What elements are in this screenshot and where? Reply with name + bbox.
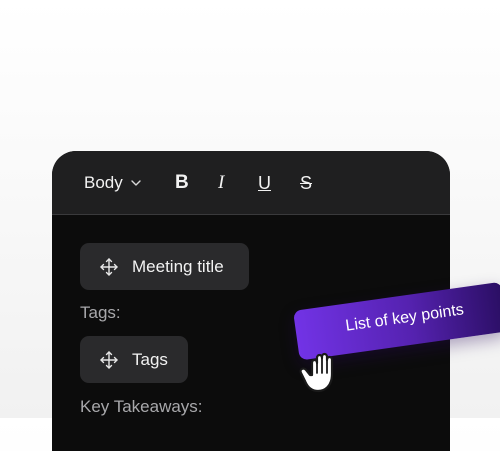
- italic-button[interactable]: I: [218, 169, 224, 197]
- text-style-select[interactable]: Body: [84, 169, 141, 197]
- underline-icon: U: [258, 172, 271, 193]
- strikethrough-icon: S: [300, 172, 313, 193]
- tags-block[interactable]: Tags: [80, 336, 188, 383]
- key-takeaways-heading: Key Takeaways:: [80, 397, 203, 416]
- grab-hand-icon: [299, 352, 334, 393]
- strikethrough-button[interactable]: S: [300, 169, 312, 197]
- italic-icon: I: [218, 172, 225, 193]
- move-arrows-icon: [100, 257, 118, 276]
- text-style-label: Body: [84, 173, 123, 192]
- chevron-down-icon: [131, 180, 141, 186]
- tags-heading: Tags:: [80, 303, 121, 322]
- tags-block-label: Tags: [132, 349, 168, 369]
- bold-button[interactable]: B: [175, 169, 189, 197]
- move-arrows-icon: [100, 350, 118, 369]
- meeting-title-block[interactable]: Meeting title: [80, 243, 249, 290]
- formatting-toolbar: Body B I U S: [52, 151, 450, 215]
- underline-button[interactable]: U: [258, 169, 271, 197]
- bold-icon: B: [175, 172, 189, 193]
- dragged-block-label: List of key points: [344, 301, 465, 335]
- meeting-title-label: Meeting title: [132, 256, 224, 276]
